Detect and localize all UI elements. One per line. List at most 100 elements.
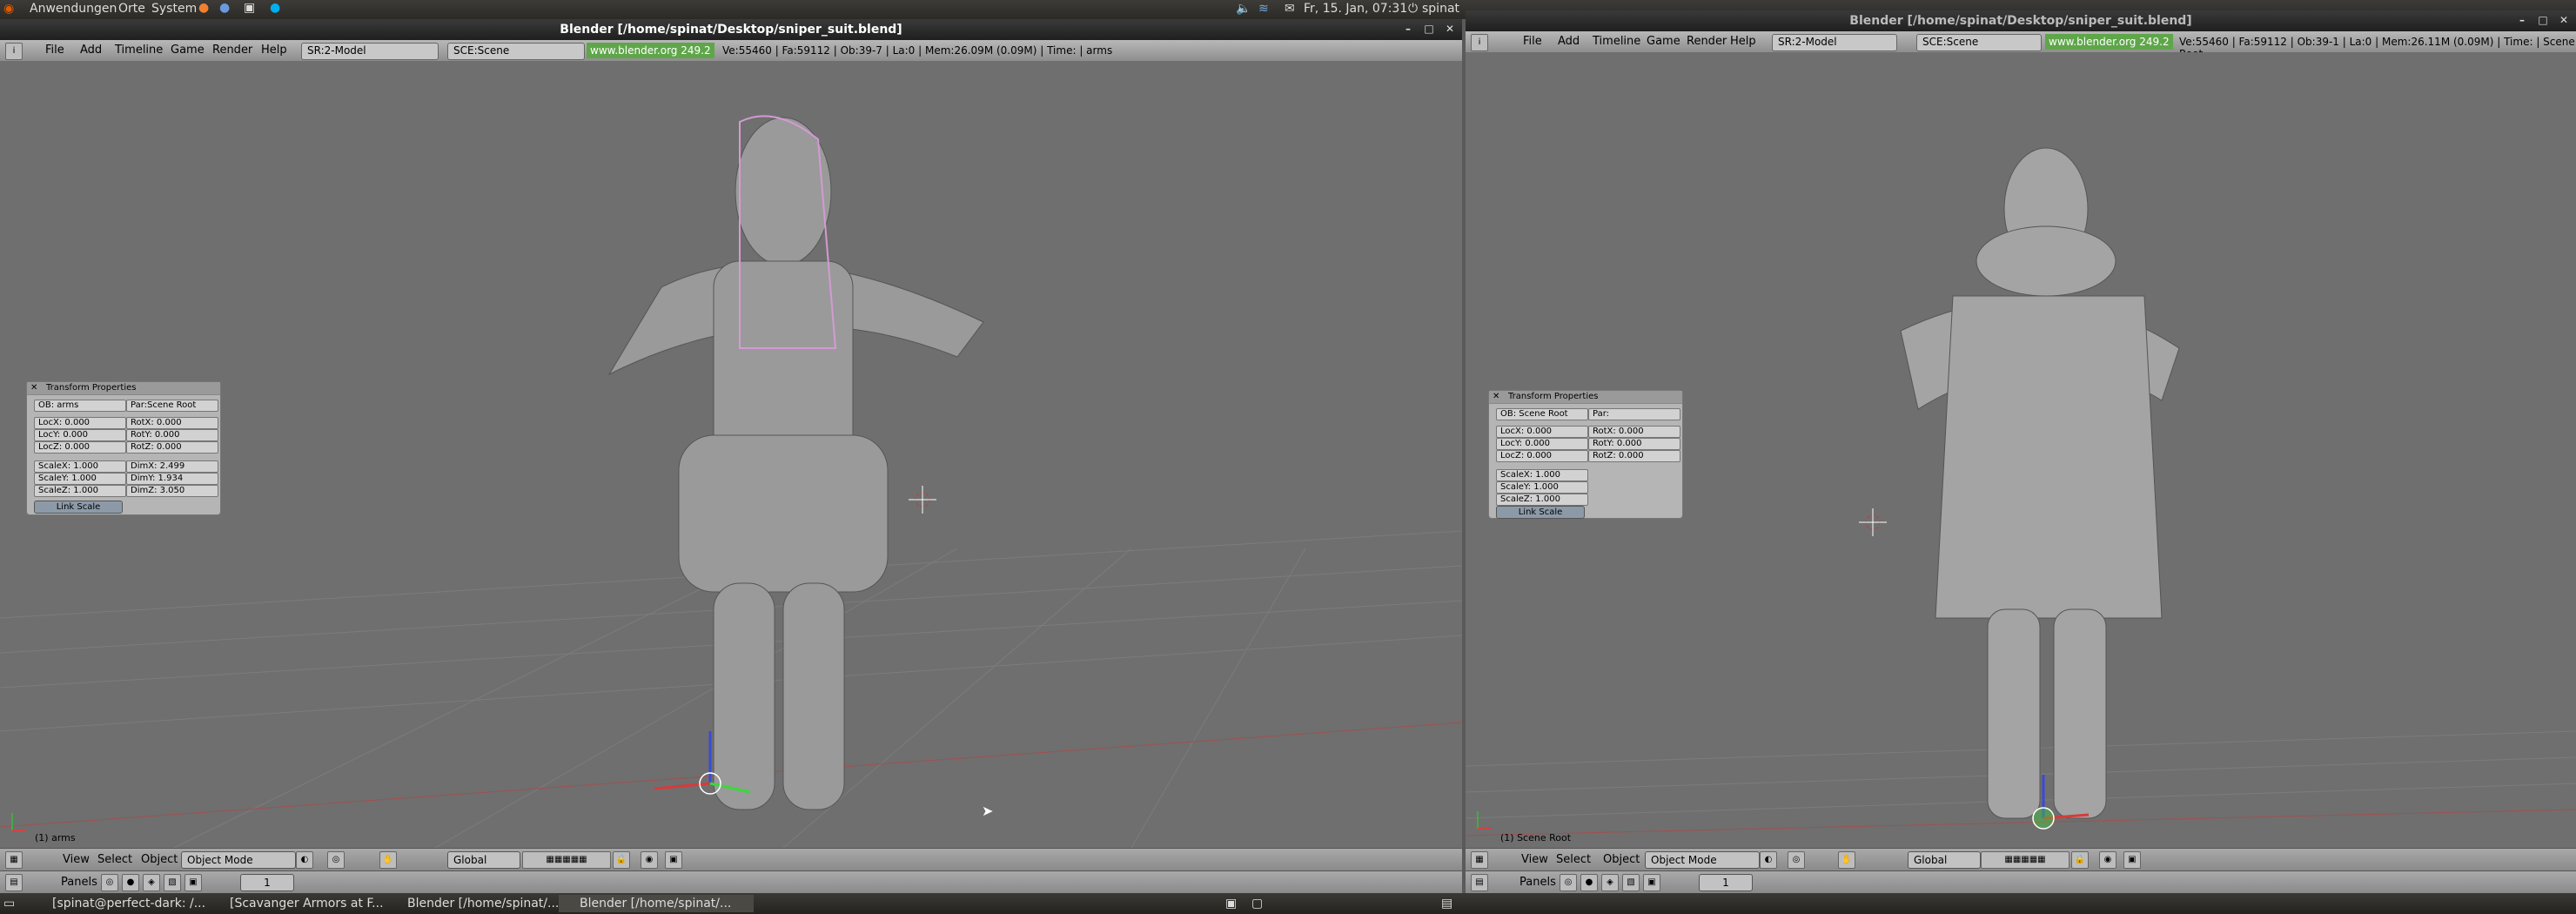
- locz-field[interactable]: LocZ: 0.000: [1496, 450, 1588, 462]
- menu-system[interactable]: System: [151, 2, 197, 16]
- task-firefox[interactable]: [Scavanger Armors at F...: [209, 895, 404, 912]
- close-icon[interactable]: ✕: [2557, 13, 2571, 27]
- editing-icon[interactable]: ▧: [164, 874, 181, 891]
- menu-panels[interactable]: Panels: [1519, 876, 1556, 889]
- manipulator-icon[interactable]: ✋: [379, 851, 397, 869]
- 3d-viewport[interactable]: ✕ Transform Properties OB: arms Par:Scen…: [0, 61, 1462, 848]
- menu-render[interactable]: Render: [212, 44, 252, 57]
- maximize-icon[interactable]: □: [1422, 22, 1436, 36]
- 3d-viewport[interactable]: ✕ Transform Properties OB: Scene Root Pa…: [1466, 52, 2576, 848]
- menu-file[interactable]: File: [1523, 35, 1542, 48]
- workspace-1-icon[interactable]: ▣: [1225, 895, 1237, 912]
- rotz-field[interactable]: RotZ: 0.000: [1588, 450, 1680, 462]
- minimize-icon[interactable]: –: [2515, 13, 2529, 27]
- frame-field[interactable]: 1: [240, 874, 294, 891]
- scalez-field[interactable]: ScaleZ: 1.000: [34, 485, 126, 497]
- object-name-field[interactable]: OB: Scene Root: [1496, 408, 1588, 420]
- menu-timeline[interactable]: Timeline: [115, 44, 163, 57]
- frame-field[interactable]: 1: [1699, 874, 1753, 891]
- rotz-field[interactable]: RotZ: 0.000: [126, 441, 218, 454]
- render-icon[interactable]: ◉: [2099, 851, 2116, 869]
- task-blender-1[interactable]: Blender [/home/spinat/...: [386, 895, 573, 912]
- menu-file[interactable]: File: [45, 44, 64, 57]
- menu-help[interactable]: Help: [1730, 35, 1756, 48]
- menu-game[interactable]: Game: [1647, 35, 1680, 48]
- terminal-icon[interactable]: ▣: [244, 1, 255, 15]
- camera-icon[interactable]: ▣: [665, 851, 682, 869]
- rotx-field[interactable]: RotX: 0.000: [1588, 426, 1680, 438]
- editor-type-icon[interactable]: ▤: [5, 874, 23, 891]
- editor-type-icon[interactable]: i: [5, 43, 23, 60]
- locy-field[interactable]: LocY: 0.000: [1496, 438, 1588, 450]
- scalez-field[interactable]: ScaleZ: 1.000: [1496, 494, 1588, 506]
- dimz-field[interactable]: DimZ: 3.050: [126, 485, 218, 497]
- editor-type-icon[interactable]: ▤: [1471, 874, 1488, 891]
- link-scale-button[interactable]: Link Scale: [1496, 506, 1585, 519]
- menu-applications[interactable]: Anwendungen: [30, 2, 117, 16]
- shading-icon[interactable]: ●: [1580, 874, 1598, 891]
- orientation-select[interactable]: Global: [1908, 851, 1981, 869]
- editor-type-icon[interactable]: ▦: [1471, 851, 1488, 869]
- maximize-icon[interactable]: □: [2536, 13, 2550, 27]
- close-icon[interactable]: ✕: [1443, 22, 1457, 36]
- layers-grid[interactable]: ▦▦▦▦▦: [1981, 851, 2070, 869]
- task-blender-2[interactable]: Blender [/home/spinat/...: [559, 895, 754, 912]
- mode-select[interactable]: Object Mode: [181, 851, 296, 869]
- workspace-2-icon[interactable]: ▢: [1251, 895, 1263, 912]
- menu-object[interactable]: Object: [1603, 853, 1640, 866]
- shading-icon[interactable]: ●: [122, 874, 139, 891]
- dimx-field[interactable]: DimX: 2.499: [126, 460, 218, 473]
- menu-places[interactable]: Orte: [118, 2, 145, 16]
- scene-icon[interactable]: ▣: [1643, 874, 1660, 891]
- camera-icon[interactable]: ▣: [2123, 851, 2141, 869]
- menu-add[interactable]: Add: [80, 44, 102, 57]
- panel-header[interactable]: ✕ Transform Properties: [1489, 391, 1682, 404]
- menu-add[interactable]: Add: [1558, 35, 1580, 48]
- scalex-field[interactable]: ScaleX: 1.000: [1496, 469, 1588, 481]
- trash-icon[interactable]: ▤: [1441, 895, 1452, 912]
- user-name[interactable]: spinat: [1422, 2, 1459, 16]
- layers-grid[interactable]: ▦▦▦▦▦: [522, 851, 611, 869]
- locy-field[interactable]: LocY: 0.000: [34, 429, 126, 441]
- logic-icon[interactable]: ◎: [101, 874, 118, 891]
- scaley-field[interactable]: ScaleY: 1.000: [1496, 481, 1588, 494]
- screen-select[interactable]: SR:2-Model: [301, 43, 439, 60]
- panel-close-icon[interactable]: ✕: [30, 382, 37, 394]
- menu-select[interactable]: Select: [97, 853, 132, 866]
- panel-close-icon[interactable]: ✕: [1493, 391, 1499, 403]
- logic-icon[interactable]: ◎: [1560, 874, 1577, 891]
- draw-type-icon[interactable]: ◐: [1760, 851, 1777, 869]
- blender-url[interactable]: www.blender.org 249.2: [2045, 34, 2173, 50]
- menu-panels[interactable]: Panels: [61, 876, 97, 889]
- editor-type-icon[interactable]: i: [1471, 34, 1488, 51]
- help-icon[interactable]: ●: [219, 1, 230, 15]
- firefox-icon[interactable]: ●: [198, 1, 209, 15]
- manipulator-icon[interactable]: ✋: [1838, 851, 1855, 869]
- task-terminal[interactable]: [spinat@perfect-dark: /...: [31, 895, 226, 912]
- minimize-icon[interactable]: –: [1401, 22, 1415, 36]
- window-titlebar[interactable]: Blender [/home/spinat/Desktop/sniper_sui…: [0, 19, 1462, 40]
- volume-icon[interactable]: 🔈: [1236, 2, 1251, 16]
- screen-select[interactable]: SR:2-Model: [1772, 34, 1897, 51]
- pivot-icon[interactable]: ◎: [327, 851, 345, 869]
- skype-icon[interactable]: ●: [270, 1, 280, 15]
- scalex-field[interactable]: ScaleX: 1.000: [34, 460, 126, 473]
- mode-select[interactable]: Object Mode: [1645, 851, 1760, 869]
- lock-icon[interactable]: 🔒: [613, 851, 630, 869]
- menu-select[interactable]: Select: [1556, 853, 1591, 866]
- orientation-select[interactable]: Global: [447, 851, 520, 869]
- object-name-field[interactable]: OB: arms: [34, 400, 126, 412]
- menu-render[interactable]: Render: [1687, 35, 1727, 48]
- menu-view[interactable]: View: [1521, 853, 1548, 866]
- menu-view[interactable]: View: [63, 853, 90, 866]
- ubuntu-logo-icon[interactable]: ◉: [3, 2, 14, 16]
- wifi-icon[interactable]: ≋: [1258, 2, 1269, 16]
- link-scale-button[interactable]: Link Scale: [34, 501, 123, 514]
- draw-type-icon[interactable]: ◐: [296, 851, 313, 869]
- editing-icon[interactable]: ▧: [1622, 874, 1640, 891]
- menu-game[interactable]: Game: [171, 44, 205, 57]
- menu-timeline[interactable]: Timeline: [1593, 35, 1640, 48]
- show-desktop-icon[interactable]: ▭: [3, 895, 15, 912]
- dimy-field[interactable]: DimY: 1.934: [126, 473, 218, 485]
- scene-select[interactable]: SCE:Scene: [1916, 34, 2042, 51]
